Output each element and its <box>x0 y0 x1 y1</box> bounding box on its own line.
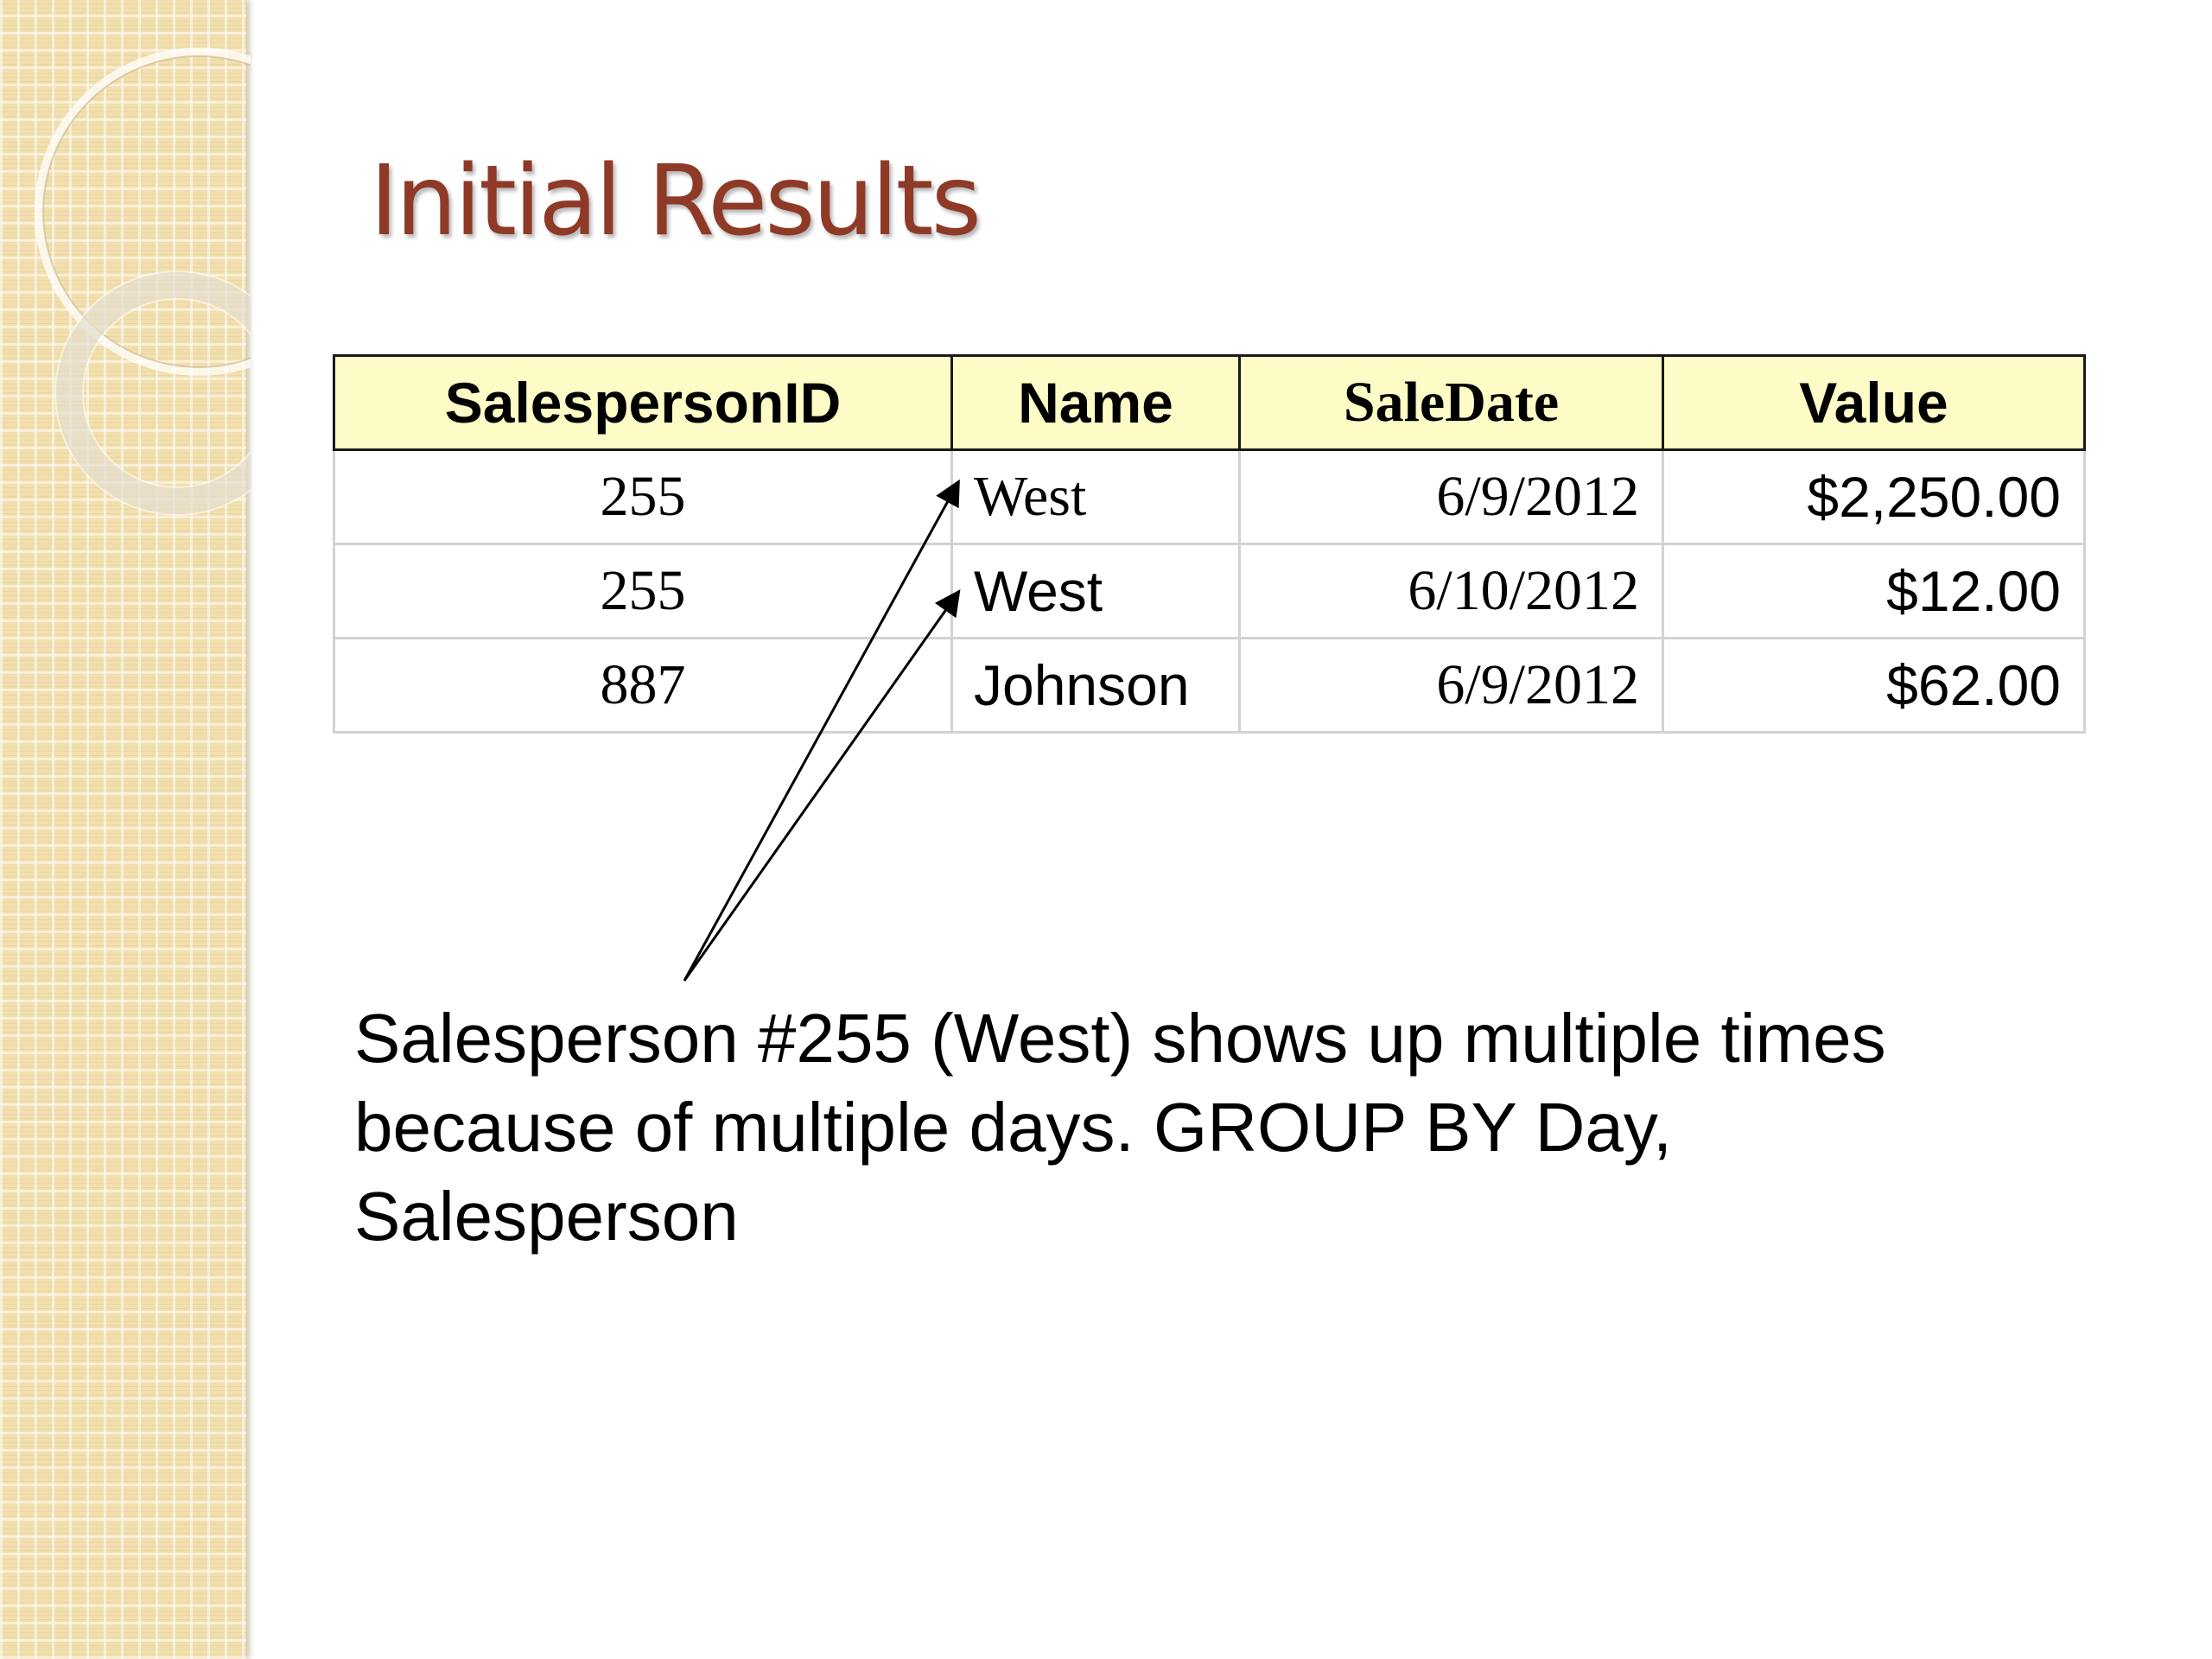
cell-name: West <box>950 448 1241 545</box>
cell-saledate: 6/10/2012 <box>1238 543 1664 639</box>
table-row: 887 Johnson 6/9/2012 $62.00 <box>333 637 2086 734</box>
annotation-arrows <box>683 479 961 982</box>
table-header-row: SalespersonID Name SaleDate Value <box>333 354 2086 451</box>
cell-saledate: 6/9/2012 <box>1238 448 1664 545</box>
cell-name: West <box>950 543 1241 639</box>
slide-title: Initial Results <box>370 145 982 257</box>
header-name: Name <box>950 354 1241 451</box>
cell-salespersonid: 255 <box>333 543 953 639</box>
cell-salespersonid: 887 <box>333 637 953 734</box>
annotation-text: Salesperson #255 (West) shows up multipl… <box>354 1000 1886 1255</box>
slide: Initial Results SalespersonID Name SaleD… <box>0 0 2212 1659</box>
results-table: SalespersonID Name SaleDate Value 255 We… <box>333 354 2086 734</box>
header-saledate: SaleDate <box>1238 354 1664 451</box>
cell-saledate: 6/9/2012 <box>1238 637 1664 734</box>
cell-value: $12.00 <box>1662 543 2086 639</box>
header-value: Value <box>1662 354 2086 451</box>
table-row: 255 West 6/9/2012 $2,250.00 <box>333 448 2086 545</box>
cell-value: $2,250.00 <box>1662 448 2086 545</box>
cell-name: Johnson <box>950 637 1241 734</box>
cell-value: $62.00 <box>1662 637 2086 734</box>
header-salespersonid: SalespersonID <box>333 354 953 451</box>
decorative-rings <box>35 48 251 516</box>
cell-salespersonid: 255 <box>333 448 953 545</box>
table-row: 255 West 6/10/2012 $12.00 <box>333 543 2086 639</box>
